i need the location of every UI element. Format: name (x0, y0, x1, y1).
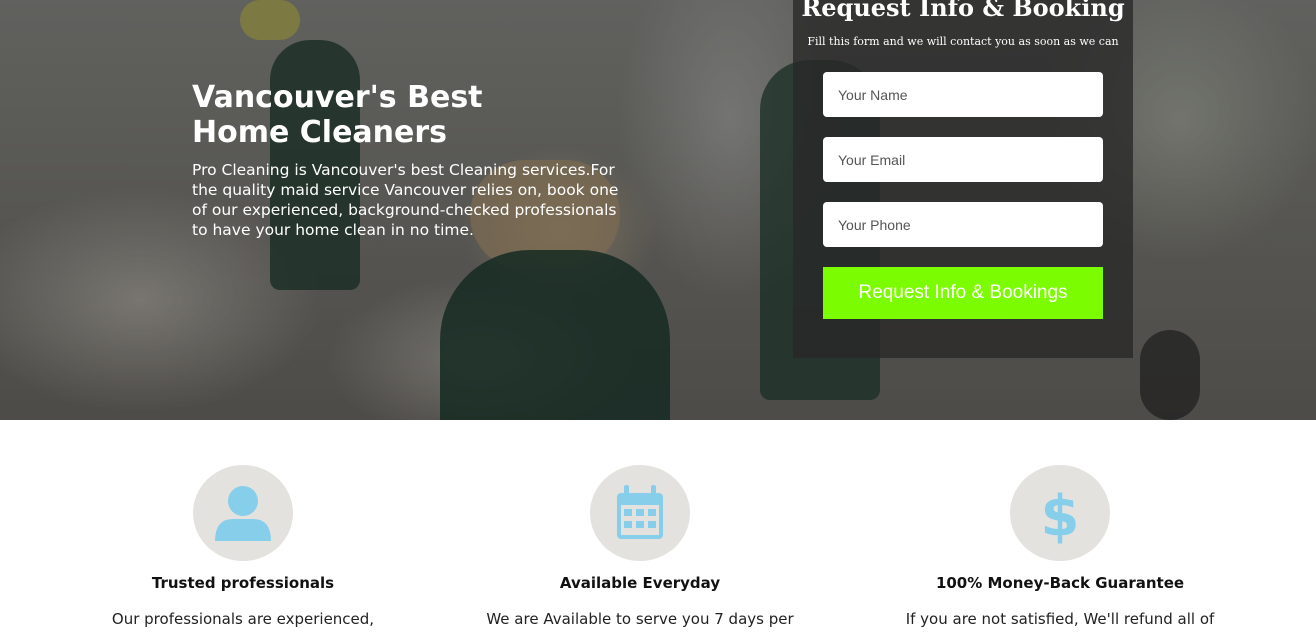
feature-text: We are Available to serve you 7 days per (486, 610, 794, 628)
feature-available-everyday: Available Everyday We are Available to s… (470, 465, 810, 629)
form-title: Request Info & Booking (801, 0, 1125, 22)
hero-title-line1: Vancouver's Best (192, 80, 483, 115)
request-bookings-button[interactable]: Request Info & Bookings (823, 267, 1103, 319)
hero-title: Vancouver's Best Home Cleaners (192, 80, 512, 150)
feature-money-back-guarantee: $ 100% Money-Back Guarantee If you are n… (890, 465, 1230, 629)
booking-form: Request Info & Booking Fill this form an… (793, 0, 1133, 358)
email-input[interactable] (823, 137, 1103, 182)
calendar-icon (617, 485, 663, 539)
feature-text: If you are not satisfied, We'll refund a… (905, 610, 1215, 628)
hero-description: Pro Cleaning is Vancouver's best Cleanin… (192, 161, 619, 239)
feature-text: Our professionals are experienced, (111, 610, 375, 628)
phone-input[interactable] (823, 202, 1103, 247)
feature-title: Available Everyday (559, 574, 721, 592)
user-icon (215, 486, 271, 541)
feature-trusted-professionals: Trusted professionals Our professionals … (73, 465, 413, 629)
svg-text:$: $ (1041, 484, 1080, 549)
dollar-icon: $ (1041, 484, 1080, 549)
hero-section: Vancouver's Best Home Cleaners Pro Clean… (0, 0, 1316, 420)
feature-title: Trusted professionals (151, 574, 335, 592)
feature-icon-circle (590, 465, 690, 561)
feature-icon-circle: $ (1010, 465, 1110, 561)
name-input[interactable] (823, 72, 1103, 117)
form-subtitle: Fill this form and we will contact you a… (807, 35, 1119, 48)
feature-title: 100% Money-Back Guarantee (935, 574, 1185, 592)
hero-title-line2: Home Cleaners (192, 115, 448, 150)
feature-icon-circle (193, 465, 293, 561)
